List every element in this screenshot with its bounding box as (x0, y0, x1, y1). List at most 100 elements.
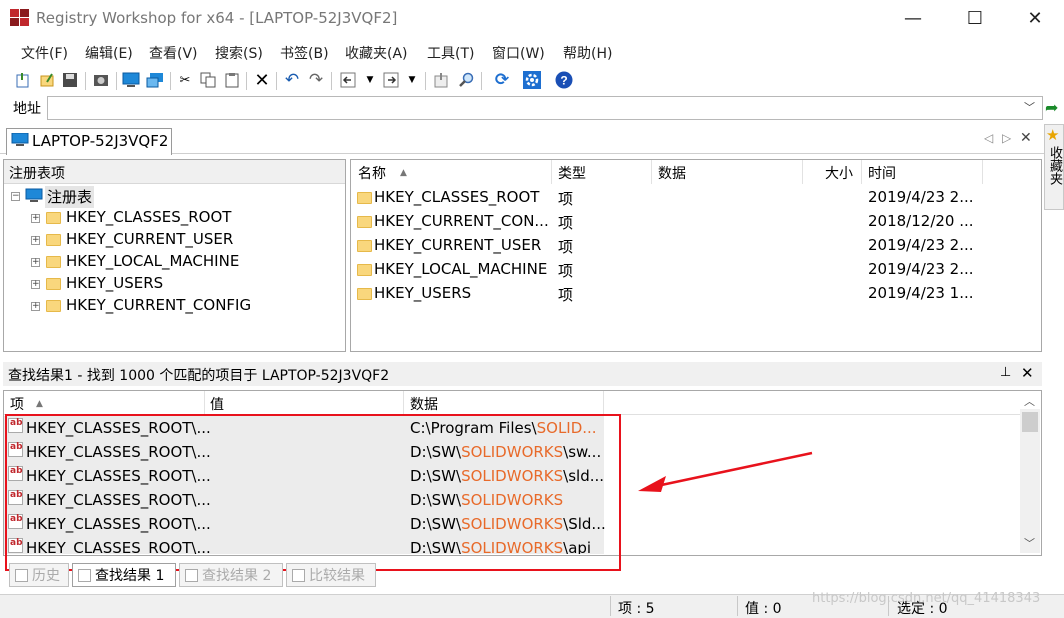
scroll-thumb[interactable] (1022, 412, 1038, 432)
undo-icon[interactable]: ↶ (282, 70, 302, 90)
computer-icon (11, 133, 29, 146)
find-icon[interactable] (456, 70, 476, 90)
help-icon[interactable]: ? (554, 70, 574, 90)
results-column-data[interactable]: 数据 (410, 394, 438, 414)
folder-icon (46, 234, 61, 246)
export-icon[interactable] (37, 70, 57, 90)
column-size-header[interactable]: 大小 (825, 163, 853, 183)
menu-file[interactable]: 文件(F) (21, 43, 68, 63)
menu-search[interactable]: 搜索(S) (215, 43, 263, 63)
expand-toggle[interactable]: + (31, 236, 40, 245)
back-dropdown-icon[interactable]: ▼ (360, 70, 380, 90)
address-dropdown-icon[interactable]: ﹀ (1024, 99, 1035, 115)
tab-find-results-1[interactable]: 查找结果 1 (72, 563, 176, 587)
menu-view[interactable]: 查看(V) (149, 43, 198, 63)
favorites-label: 收藏夹 (1047, 146, 1062, 185)
list-item-name[interactable]: HKEY_CURRENT_CON... (374, 212, 549, 236)
results-close-icon[interactable]: ✕ (1021, 364, 1034, 382)
tree-item[interactable]: HKEY_USERS (66, 274, 163, 296)
list-item-type: 项 (558, 286, 574, 304)
folder-icon (357, 240, 372, 252)
svg-text:?: ? (560, 74, 567, 88)
tab-close-icon[interactable]: ✕ (1020, 130, 1032, 146)
menu-bookmarks[interactable]: 书签(B) (280, 43, 329, 63)
menu-window[interactable]: 窗口(W) (492, 43, 545, 63)
tree-item[interactable]: HKEY_CLASSES_ROOT (66, 208, 231, 230)
delete-icon[interactable]: ✕ (252, 70, 272, 91)
tab-compare-results-label: 比较结果 (309, 568, 365, 584)
paste-icon[interactable] (222, 70, 242, 90)
maximize-button[interactable]: ☐ (952, 0, 998, 36)
pin-icon[interactable]: ⊥ (1000, 365, 1011, 380)
star-icon: ★ (1046, 126, 1060, 144)
menu-favorites[interactable]: 收藏夹(A) (345, 43, 408, 63)
compare-icon (292, 569, 305, 582)
column-time-header[interactable]: 时间 (868, 163, 896, 183)
settings-icon[interactable] (522, 70, 542, 90)
expand-toggle[interactable]: + (31, 258, 40, 267)
collapse-toggle[interactable]: − (11, 192, 20, 201)
history-icon (15, 569, 28, 582)
tree-item[interactable]: HKEY_LOCAL_MACHINE (66, 252, 239, 274)
folder-icon (357, 192, 372, 204)
tab-history[interactable]: 历史 (9, 563, 69, 587)
menu-help[interactable]: 帮助(H) (563, 43, 612, 63)
address-label: 地址 (13, 101, 41, 117)
tab-compare-results[interactable]: 比较结果 (286, 563, 376, 587)
tab-find-results-2-label: 查找结果 2 (202, 568, 272, 584)
refresh-icon[interactable]: ⟳ (492, 70, 512, 90)
scroll-up-icon[interactable]: ︿ (1024, 393, 1035, 409)
address-input[interactable] (47, 96, 1043, 120)
list-item-name[interactable]: HKEY_CLASSES_ROOT (374, 188, 539, 212)
go-arrow-icon[interactable]: ➦ (1045, 98, 1058, 117)
registry-workshop-app-icon[interactable] (10, 9, 30, 27)
redo-icon[interactable]: ↷ (306, 70, 326, 90)
folder-icon (46, 278, 61, 290)
tab-find-results-2[interactable]: 查找结果 2 (179, 563, 283, 587)
column-type-header[interactable]: 类型 (558, 163, 586, 183)
folder-icon (357, 216, 372, 228)
network-icon[interactable] (145, 70, 165, 90)
status-item-count: 项 : 5 (618, 601, 655, 617)
status-value-count: 值 : 0 (745, 601, 782, 617)
results-column-value[interactable]: 值 (210, 394, 224, 414)
column-data-header[interactable]: 数据 (658, 163, 686, 183)
cut-icon[interactable]: ✂ (175, 70, 195, 90)
find-results-icon (185, 569, 198, 582)
folder-icon (357, 288, 372, 300)
minimize-button[interactable]: — (890, 0, 936, 36)
import-icon[interactable] (13, 70, 33, 90)
copy-icon[interactable] (198, 70, 218, 90)
column-name-header[interactable]: 名称 (358, 163, 386, 183)
snapshot-icon[interactable] (91, 70, 111, 90)
forward-dropdown-icon[interactable]: ▼ (402, 70, 422, 90)
menu-bar: 文件(F) 编辑(E) 查看(V) 搜索(S) 书签(B) 收藏夹(A) 工具(… (0, 38, 1064, 66)
menu-edit[interactable]: 编辑(E) (85, 43, 133, 63)
find-results-icon (78, 569, 91, 582)
tree-item[interactable]: HKEY_CURRENT_USER (66, 230, 233, 252)
scroll-down-icon[interactable]: ﹀ (1024, 535, 1035, 551)
list-item-time: 2019/4/23 1... (868, 284, 974, 302)
forward-icon[interactable] (381, 70, 401, 90)
tab-scroll-left-icon[interactable]: ◁ (984, 131, 993, 145)
back-icon[interactable] (338, 70, 358, 90)
computer-icon[interactable] (121, 70, 141, 90)
tab-scroll-right-icon[interactable]: ▷ (1002, 131, 1011, 145)
list-item-name[interactable]: HKEY_USERS (374, 284, 471, 308)
tree-item[interactable]: HKEY_CURRENT_CONFIG (66, 296, 251, 318)
menu-tools[interactable]: 工具(T) (427, 43, 474, 63)
computer-icon (25, 188, 43, 202)
save-icon[interactable] (60, 70, 80, 90)
list-item-type: 项 (558, 190, 574, 208)
close-button[interactable]: ✕ (1012, 0, 1058, 36)
results-column-item[interactable]: 项 (10, 394, 24, 414)
expand-toggle[interactable]: + (31, 302, 40, 311)
document-tab-label: LAPTOP-52J3VQF2 (32, 132, 169, 150)
up-icon[interactable] (431, 70, 451, 90)
sort-ascending-icon: ▲ (36, 399, 43, 409)
expand-toggle[interactable]: + (31, 214, 40, 223)
list-item-name[interactable]: HKEY_CURRENT_USER (374, 236, 541, 260)
expand-toggle[interactable]: + (31, 280, 40, 289)
list-item-name[interactable]: HKEY_LOCAL_MACHINE (374, 260, 547, 284)
tree-root-item[interactable]: 注册表 (45, 186, 95, 208)
